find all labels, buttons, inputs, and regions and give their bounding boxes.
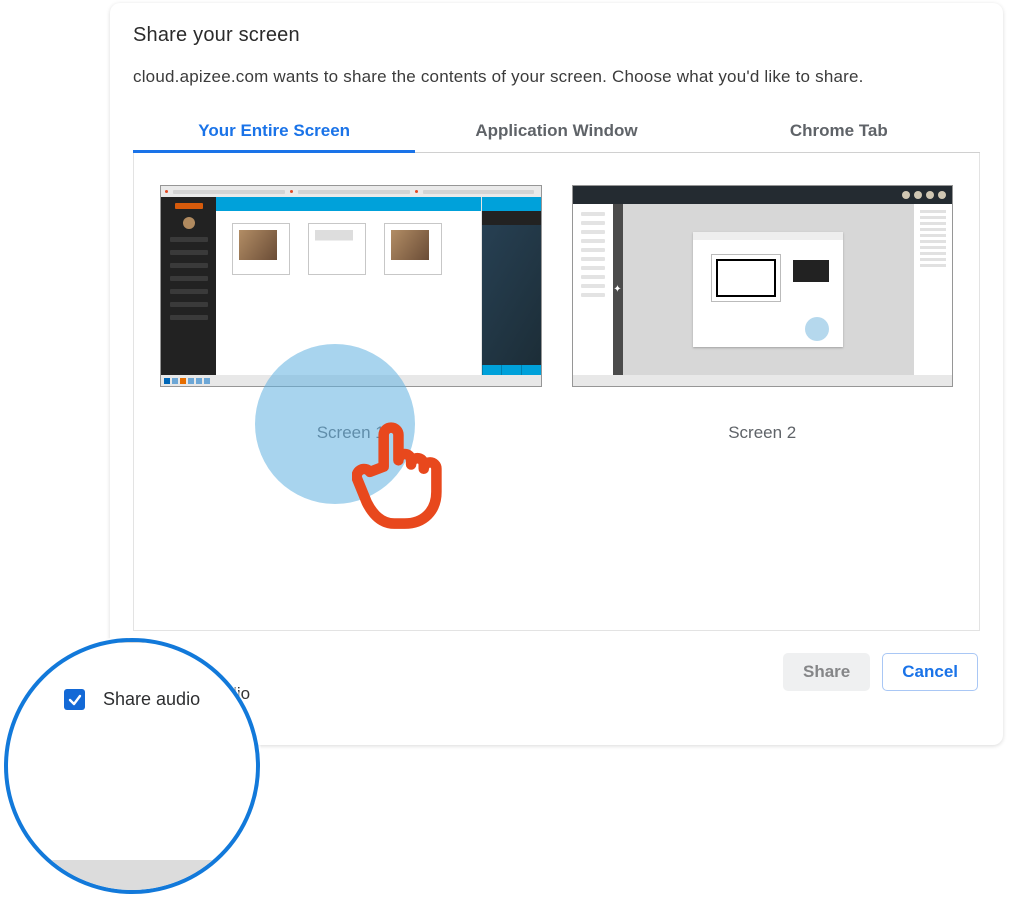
screen-tile-2[interactable]: ✦ Screen 2 (572, 185, 954, 598)
check-icon (68, 693, 82, 707)
screen-tile-1[interactable]: Screen 1 (160, 185, 542, 598)
share-screen-dialog: Share your screen cloud.apizee.com wants… (110, 3, 1003, 745)
screen-thumb-1 (160, 185, 542, 387)
tab-application-window[interactable]: Application Window (415, 111, 697, 152)
tab-chrome-tab[interactable]: Chrome Tab (698, 111, 980, 152)
source-tabs: Your Entire Screen Application Window Ch… (133, 111, 980, 153)
dialog-description: cloud.apizee.com wants to share the cont… (133, 67, 980, 87)
zoom-lens: Share audio (4, 638, 260, 894)
dialog-title: Share your screen (133, 24, 980, 47)
screen-thumb-2: ✦ (572, 185, 954, 387)
screen-caption-2: Screen 2 (728, 423, 796, 443)
share-audio-checkbox-row[interactable]: Share audio (8, 689, 256, 710)
tab-entire-screen[interactable]: Your Entire Screen (133, 111, 415, 152)
cancel-button[interactable]: Cancel (882, 653, 978, 691)
share-button[interactable]: Share (783, 653, 870, 691)
screen-caption-1: Screen 1 (317, 423, 385, 443)
share-audio-checkbox[interactable] (64, 689, 85, 710)
dialog-footer: Share audio Share Cancel (133, 631, 980, 691)
share-audio-label: Share audio (103, 689, 200, 710)
screen-grid: Screen 1 ✦ (133, 153, 980, 631)
drag-handle-icon: ✦ (613, 204, 623, 375)
